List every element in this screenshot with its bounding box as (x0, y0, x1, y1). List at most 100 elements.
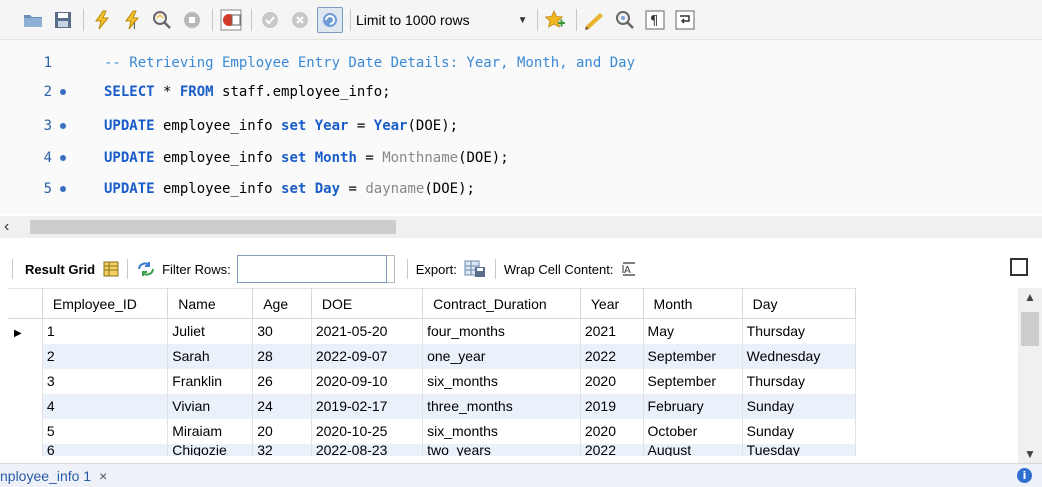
rollback-button[interactable] (287, 7, 313, 33)
table-cell[interactable]: May (643, 318, 743, 344)
table-cell[interactable]: Thursday (742, 318, 857, 344)
table-cell[interactable]: Chigozie (167, 443, 254, 456)
wrap-cell-content-button[interactable]: A (621, 261, 637, 277)
table-cell[interactable]: Vivian (167, 393, 254, 419)
sql-editor[interactable]: 1 -- Retrieving Employee Entry Date Deta… (0, 40, 1042, 214)
grid-vertical-scrollbar[interactable]: ▲ ▼ (1018, 288, 1042, 463)
form-view-button[interactable] (103, 261, 119, 277)
table-cell[interactable]: Thursday (742, 368, 857, 394)
table-row[interactable]: ▶ 1 Juliet 30 2021-05-20 four_months 2021 May Th… (8, 318, 857, 344)
table-cell[interactable]: 2022 (580, 443, 644, 456)
column-header[interactable]: Age (252, 288, 312, 319)
filter-rows-input[interactable] (236, 255, 387, 283)
column-header[interactable]: Name (167, 288, 254, 319)
table-cell[interactable]: Franklin (167, 368, 254, 394)
table-cell[interactable]: 2021 (580, 318, 644, 344)
table-cell[interactable]: 32 (252, 443, 312, 456)
commit-button[interactable] (257, 7, 283, 33)
refresh-button[interactable] (136, 261, 156, 277)
column-header[interactable]: Month (643, 288, 743, 319)
table-cell[interactable]: 2020-09-10 (311, 368, 424, 394)
row-header[interactable]: ▶ (8, 318, 43, 344)
table-cell[interactable]: 5 (42, 418, 169, 444)
column-header[interactable]: Employee_ID (42, 288, 169, 319)
limit-rows-select[interactable]: Limit to 1000 rows ▼ (356, 8, 528, 32)
table-cell[interactable]: 1 (42, 318, 169, 344)
invisible-chars-button[interactable]: ¶ (642, 7, 668, 33)
filter-dropdown[interactable] (386, 255, 395, 283)
column-header[interactable]: Contract_Duration (422, 288, 581, 319)
row-header[interactable] (8, 393, 43, 419)
table-cell[interactable]: 2 (42, 343, 169, 369)
row-header[interactable] (8, 418, 43, 444)
table-cell[interactable]: 30 (252, 318, 312, 344)
find-button[interactable] (612, 7, 638, 33)
column-header[interactable]: Year (580, 288, 644, 319)
execute-statement-button[interactable]: I (119, 7, 145, 33)
table-cell[interactable]: Sarah (167, 343, 254, 369)
chevron-left-icon[interactable]: ‹ (4, 218, 9, 236)
table-cell[interactable]: six_months (422, 368, 581, 394)
table-cell[interactable]: 2022-08-23 (311, 443, 424, 456)
editor-horizontal-scrollbar[interactable]: ‹ (0, 216, 1042, 238)
table-cell[interactable]: Wednesday (742, 343, 857, 369)
autocommit-toggle[interactable] (317, 7, 343, 33)
scrollbar-thumb[interactable] (1021, 312, 1039, 346)
table-cell[interactable]: September (643, 343, 743, 369)
table-cell[interactable]: 4 (42, 393, 169, 419)
info-icon[interactable]: i (1017, 468, 1032, 483)
table-cell[interactable]: 2020 (580, 418, 644, 444)
code-line[interactable]: 2 SELECT * FROM staff.employee_info; (0, 79, 1042, 105)
table-cell[interactable]: Tuesday (742, 443, 857, 456)
column-header[interactable]: DOE (311, 288, 424, 319)
result-grid[interactable]: Employee_ID Name Age DOE Contract_Durati… (8, 288, 857, 456)
table-cell[interactable]: February (643, 393, 743, 419)
toggle-side-panel-checkbox[interactable] (1010, 258, 1028, 276)
result-grid-tab[interactable]: Result Grid (12, 259, 95, 279)
chevron-up-icon[interactable]: ▲ (1024, 290, 1036, 304)
table-cell[interactable]: August (643, 443, 743, 456)
table-cell[interactable]: 26 (252, 368, 312, 394)
row-header[interactable] (8, 368, 43, 394)
table-cell[interactable]: Miraiam (167, 418, 254, 444)
execute-button[interactable] (89, 7, 115, 33)
table-cell[interactable]: two_years (422, 443, 581, 456)
column-header[interactable]: Day (742, 288, 857, 319)
table-cell[interactable]: Juliet (167, 318, 254, 344)
code-line[interactable]: 3 UPDATE employee_info set Year = Year(D… (0, 113, 1042, 139)
scrollbar-thumb[interactable] (30, 220, 396, 234)
beautify-button[interactable] (582, 7, 608, 33)
table-row[interactable]: 5 Miraiam 20 2020-10-25 six_months 2020 Octobe… (8, 418, 857, 444)
table-cell[interactable]: 2019-02-17 (311, 393, 424, 419)
code-line[interactable]: 1 -- Retrieving Employee Entry Date Deta… (0, 50, 1042, 76)
table-cell[interactable]: six_months (422, 418, 581, 444)
code-line[interactable]: 5 UPDATE employee_info set Day = dayname… (0, 176, 1042, 202)
row-header[interactable] (8, 343, 43, 369)
table-cell[interactable]: 24 (252, 393, 312, 419)
table-cell[interactable]: 2020-10-25 (311, 418, 424, 444)
stop-button[interactable] (179, 7, 205, 33)
export-button[interactable] (463, 259, 487, 279)
table-cell[interactable]: 2022 (580, 343, 644, 369)
close-icon[interactable]: × (99, 468, 107, 484)
result-tab-employee-info-1[interactable]: nployee_info 1 × (0, 464, 108, 487)
table-cell[interactable]: 3 (42, 368, 169, 394)
table-cell[interactable]: one_year (422, 343, 581, 369)
table-cell[interactable]: 2020 (580, 368, 644, 394)
table-row[interactable]: 3 Franklin 26 2020-09-10 six_months 2020 Septe… (8, 368, 857, 394)
table-cell[interactable]: 2019 (580, 393, 644, 419)
table-row[interactable]: 2 Sarah 28 2022-09-07 one_year 2022 September W… (8, 343, 857, 369)
table-cell[interactable]: Sunday (742, 418, 857, 444)
table-cell[interactable]: three_months (422, 393, 581, 419)
table-cell[interactable]: 6 (42, 443, 169, 456)
toggle-error-button[interactable] (218, 7, 244, 33)
wrap-lines-button[interactable] (672, 7, 698, 33)
row-header[interactable] (8, 443, 43, 456)
table-cell[interactable]: four_months (422, 318, 581, 344)
save-file-button[interactable] (50, 7, 76, 33)
chevron-down-icon[interactable]: ▼ (1024, 447, 1036, 461)
code-line[interactable]: 4 UPDATE employee_info set Month = Month… (0, 145, 1042, 171)
table-cell[interactable]: 20 (252, 418, 312, 444)
table-cell[interactable]: September (643, 368, 743, 394)
open-file-button[interactable] (20, 7, 46, 33)
